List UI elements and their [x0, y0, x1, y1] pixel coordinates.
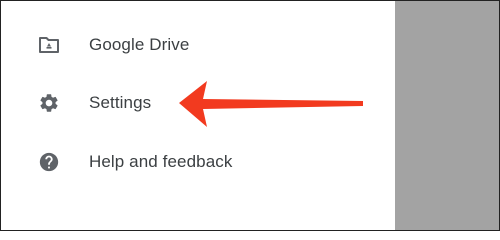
drawer-scrim[interactable]: [395, 1, 499, 230]
navigation-drawer: Google Drive Settings Help and feedback: [1, 1, 395, 230]
menu-item-label: Help and feedback: [89, 152, 233, 171]
red-arrow-icon: [179, 81, 363, 127]
gear-icon: [37, 91, 61, 115]
menu-item-google-drive[interactable]: Google Drive: [1, 21, 395, 69]
menu-item-label: Google Drive: [89, 35, 190, 54]
folder-drive-icon: [37, 33, 61, 57]
menu-item-help-and-feedback[interactable]: Help and feedback: [1, 138, 395, 186]
help-icon: [37, 150, 61, 174]
app-frame: Google Drive Settings Help and feedback: [0, 0, 500, 231]
menu-item-label: Settings: [89, 93, 152, 112]
